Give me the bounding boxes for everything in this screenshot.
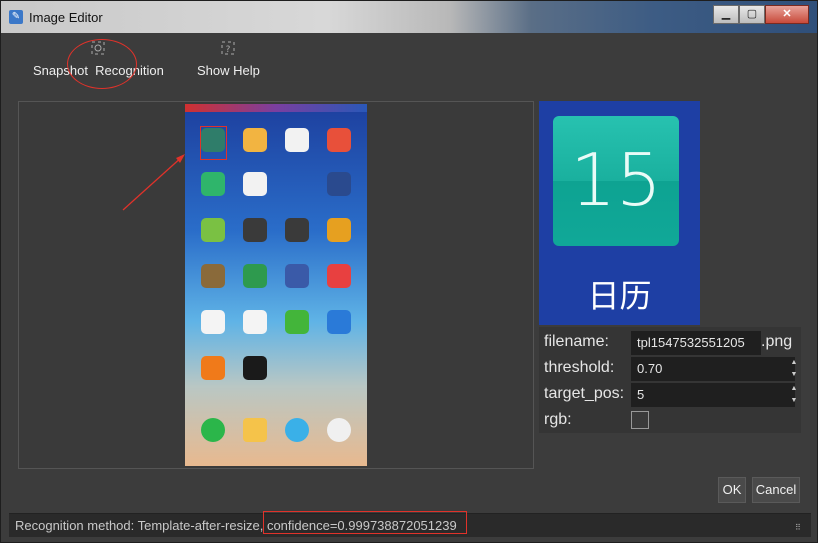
calendar-app-name: 日历 — [587, 277, 652, 315]
filename-input[interactable]: tpl1547532551205 — [631, 331, 761, 355]
image-editor-window: ✎ Image Editor ▁ ▢ ✕ Snapshot Recognitio… — [0, 0, 818, 543]
status-text: Recognition method: Template-after-resiz… — [15, 518, 457, 533]
cancel-button[interactable]: Cancel — [752, 477, 800, 503]
threshold-input[interactable]: 0.70 — [631, 357, 795, 381]
mi-app-icon — [327, 128, 351, 152]
status-bar: Recognition method: Template-after-resiz… — [9, 513, 811, 537]
svg-text:?: ? — [226, 45, 231, 55]
threshold-row: threshold: 0.70 ▲ ▼ — [539, 355, 801, 381]
notes-app-icon — [243, 128, 267, 152]
rgb-label: rgb: — [544, 411, 572, 428]
resize-grip-icon[interactable]: ⠿ — [795, 523, 805, 533]
filename-suffix: .png — [761, 333, 793, 350]
video-app-icon — [243, 356, 267, 380]
android-app-icon — [201, 218, 225, 242]
target-pos-label: target_pos: — [544, 385, 625, 402]
bird-app-icon — [327, 310, 351, 334]
window-controls: ▁ ▢ ✕ — [713, 5, 809, 24]
gallery-app-icon — [285, 128, 309, 152]
target-pos-input[interactable]: 5 — [631, 383, 795, 407]
game-app-icon-4 — [285, 264, 309, 288]
ok-button[interactable]: OK — [718, 477, 746, 503]
match-highlight-box — [200, 126, 227, 160]
game-app-icon-3 — [201, 264, 225, 288]
netease-app-icon — [243, 310, 267, 334]
snapshot-recognition-button[interactable]: Snapshot Recognition — [33, 41, 164, 78]
phone-screenshot[interactable] — [185, 104, 367, 466]
maximize-button[interactable]: ▢ — [739, 5, 765, 24]
airtest-app-icon-2 — [285, 218, 309, 242]
show-help-button[interactable]: ? Show Help — [197, 41, 260, 78]
target-pos-stepper[interactable]: ▲ ▼ — [787, 383, 801, 407]
camera-dock-icon — [327, 418, 351, 442]
template-properties: filename: tpl1547532551205 .png threshol… — [539, 327, 801, 433]
app-icon: ✎ — [9, 10, 23, 24]
phone-status-bar — [185, 104, 367, 112]
threshold-label: threshold: — [544, 359, 615, 376]
mi-home-app-icon — [201, 172, 225, 196]
market-app-icon — [243, 264, 267, 288]
target-pos-row: target_pos: 5 ▲ ▼ — [539, 381, 801, 407]
wechat-app-icon — [285, 310, 309, 334]
calendar-day-number: 15 — [570, 138, 662, 222]
title-bar[interactable]: ✎ Image Editor ▁ ▢ ✕ — [1, 1, 817, 33]
snapshot-recognition-icon — [91, 41, 105, 55]
uc-browser-app-icon — [201, 356, 225, 380]
template-preview: 15 日历 — [539, 101, 700, 325]
toolbar: Snapshot Recognition ? Show Help — [9, 33, 811, 95]
help-icon: ? — [221, 41, 235, 55]
tools-folder-icon — [327, 172, 351, 196]
handwriting-app-icon — [201, 310, 225, 334]
airtest-app-icon-1 — [243, 218, 267, 242]
window-title: Image Editor — [29, 10, 103, 25]
weibo-app-icon — [327, 264, 351, 288]
calendar-template-tile: 15 — [553, 116, 679, 246]
phone-dock-icon — [201, 418, 225, 442]
close-button[interactable]: ✕ — [765, 5, 809, 24]
game-app-icon — [243, 172, 267, 196]
filename-label: filename: — [544, 333, 609, 350]
notes-dock-icon — [243, 418, 267, 442]
browser-dock-icon — [285, 418, 309, 442]
game-app-icon-2 — [327, 218, 351, 242]
filename-row: filename: tpl1547532551205 .png — [539, 329, 801, 355]
threshold-stepper[interactable]: ▲ ▼ — [787, 357, 801, 381]
minimize-button[interactable]: ▁ — [713, 5, 739, 24]
snapshot-recognition-label: Snapshot Recognition — [33, 63, 164, 78]
screenshot-preview[interactable] — [18, 101, 534, 469]
rgb-checkbox[interactable] — [631, 411, 649, 429]
show-help-label: Show Help — [197, 63, 260, 78]
rgb-row: rgb: — [539, 407, 801, 432]
